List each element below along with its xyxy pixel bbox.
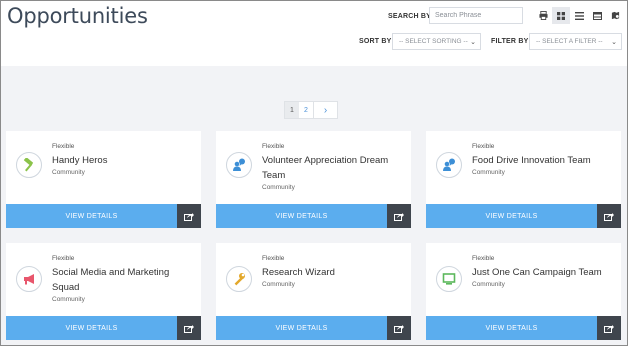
opportunity-card: Flexible Social Media and Marketing Squa… <box>6 243 201 340</box>
card-availability: Flexible <box>472 143 495 150</box>
chevron-down-icon: ⌄ <box>611 39 617 46</box>
card-title[interactable]: Social Media and Marketing Squad <box>52 265 192 295</box>
view-details-button[interactable]: VIEW DETAILS <box>6 316 177 340</box>
card-category: Community <box>472 281 505 288</box>
sort-select[interactable]: -- SELECT SORTING -- ⌄ <box>392 33 481 50</box>
opportunity-card: Flexible Food Drive Innovation Team Comm… <box>426 131 621 228</box>
page-title: Opportunities <box>7 4 148 28</box>
card-title[interactable]: Volunteer Appreciation Dream Team <box>262 153 402 183</box>
share-icon[interactable] <box>387 204 411 228</box>
hammer-icon <box>16 152 42 178</box>
wrench-icon <box>226 266 252 292</box>
user-chat-icon <box>436 152 462 178</box>
card-availability: Flexible <box>52 143 75 150</box>
grid-view-icon[interactable] <box>552 7 570 24</box>
card-title[interactable]: Handy Heros <box>52 153 192 168</box>
card-availability: Flexible <box>262 143 285 150</box>
opportunity-card: Flexible Research Wizard Community VIEW … <box>216 243 411 340</box>
sort-label: SORT BY <box>359 38 392 45</box>
share-icon[interactable] <box>177 204 201 228</box>
card-title[interactable]: Just One Can Campaign Team <box>472 265 612 280</box>
table-view-icon[interactable] <box>588 7 606 24</box>
card-category: Community <box>52 296 85 303</box>
share-icon[interactable] <box>597 204 621 228</box>
page-2-button[interactable]: 2 <box>299 102 313 118</box>
view-details-button[interactable]: VIEW DETAILS <box>216 204 387 228</box>
chevron-down-icon: ⌄ <box>470 39 476 46</box>
search-input[interactable] <box>429 7 523 24</box>
megaphone-icon <box>16 266 42 292</box>
next-page-button[interactable]: › <box>313 102 337 118</box>
share-icon[interactable] <box>597 316 621 340</box>
monitor-icon <box>436 266 462 292</box>
map-view-icon[interactable] <box>606 7 624 24</box>
view-details-button[interactable]: VIEW DETAILS <box>216 316 387 340</box>
search-label: SEARCH BY <box>388 13 432 20</box>
opportunity-card: Flexible Handy Heros Community VIEW DETA… <box>6 131 201 228</box>
opportunity-card: Flexible Just One Can Campaign Team Comm… <box>426 243 621 340</box>
opportunity-card: Flexible Volunteer Appreciation Dream Te… <box>216 131 411 228</box>
card-title[interactable]: Food Drive Innovation Team <box>472 153 612 168</box>
card-title[interactable]: Research Wizard <box>262 265 402 280</box>
list-view-icon[interactable] <box>570 7 588 24</box>
card-category: Community <box>262 281 295 288</box>
card-category: Community <box>472 169 505 176</box>
print-icon[interactable] <box>534 7 552 24</box>
sort-select-value: -- SELECT SORTING -- <box>399 38 468 45</box>
view-switcher <box>534 7 624 24</box>
filter-select-value: -- SELECT A FILTER -- <box>536 38 603 45</box>
card-availability: Flexible <box>52 255 75 262</box>
card-availability: Flexible <box>262 255 285 262</box>
card-availability: Flexible <box>472 255 495 262</box>
page-1-button[interactable]: 1 <box>285 102 299 118</box>
share-icon[interactable] <box>387 316 411 340</box>
user-chat-icon <box>226 152 252 178</box>
share-icon[interactable] <box>177 316 201 340</box>
filter-label: FILTER BY <box>491 38 529 45</box>
pagination: 1 2 › <box>284 101 338 119</box>
filter-select[interactable]: -- SELECT A FILTER -- ⌄ <box>529 33 622 50</box>
card-category: Community <box>52 169 85 176</box>
view-details-button[interactable]: VIEW DETAILS <box>426 316 597 340</box>
card-category: Community <box>262 184 295 191</box>
view-details-button[interactable]: VIEW DETAILS <box>6 204 177 228</box>
view-details-button[interactable]: VIEW DETAILS <box>426 204 597 228</box>
